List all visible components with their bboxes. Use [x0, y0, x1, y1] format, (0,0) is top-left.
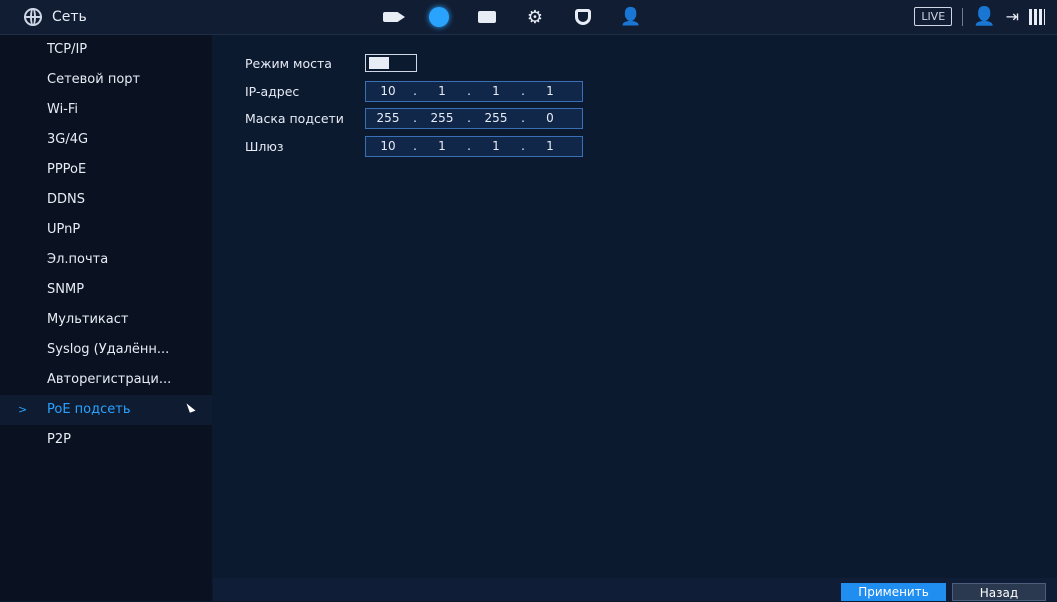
- sidebar-item-label: Авторегистраци...: [47, 372, 172, 387]
- mouse-cursor-icon: [186, 401, 196, 413]
- top-right-controls: LIVE 👤 ⇥: [914, 6, 1045, 27]
- sidebar-item-3g4g[interactable]: 3G/4G: [0, 125, 212, 155]
- ip-address-label: IP-адрес: [245, 83, 300, 99]
- title-area: Сеть: [24, 8, 87, 26]
- gateway-octet-4[interactable]: 1: [528, 139, 572, 153]
- gateway-octet-1[interactable]: 10: [366, 139, 410, 153]
- dot-separator: .: [413, 139, 417, 153]
- apply-button[interactable]: Применить: [841, 583, 946, 601]
- dot-separator: .: [413, 111, 417, 125]
- ip-address-row: IP-адрес 10 . 1 . 1 . 1: [245, 80, 583, 102]
- sidebar-item-network-port[interactable]: Сетевой порт: [0, 65, 212, 95]
- security-icon[interactable]: [572, 6, 594, 28]
- dot-separator: .: [467, 111, 471, 125]
- ip-address-field[interactable]: 10 . 1 . 1 . 1: [365, 80, 583, 102]
- user-icon[interactable]: 👤: [973, 6, 995, 27]
- bridge-mode-row: Режим моста: [245, 53, 417, 73]
- sidebar-item-label: PPPoE: [47, 162, 87, 177]
- sidebar-item-pppoe[interactable]: PPPoE: [0, 155, 212, 185]
- divider: [962, 7, 964, 26]
- mask-octet-3[interactable]: 255: [474, 111, 518, 125]
- sidebar-item-label: Syslog (Удалённ...: [47, 342, 170, 357]
- ip-octet-4[interactable]: 1: [528, 84, 572, 98]
- sidebar-item-snmp[interactable]: SNMP: [0, 275, 212, 305]
- live-button[interactable]: LIVE: [914, 7, 953, 26]
- sidebar-item-label: P2P: [47, 432, 71, 447]
- gateway-field[interactable]: 10 . 1 . 1 . 1: [365, 135, 583, 157]
- sidebar-item-label: Wi-Fi: [47, 102, 79, 117]
- main-panel: Режим моста IP-адрес 10 . 1 . 1 . 1 Маск…: [213, 35, 1057, 575]
- account-icon[interactable]: 👤: [620, 6, 642, 28]
- globe-icon: [24, 8, 42, 26]
- ip-octet-3[interactable]: 1: [474, 84, 518, 98]
- subnet-mask-label: Маска подсети: [245, 110, 344, 126]
- gateway-row: Шлюз 10 . 1 . 1 . 1: [245, 135, 583, 157]
- storage-icon[interactable]: [476, 6, 498, 28]
- sidebar-item-syslog[interactable]: Syslog (Удалённ...: [0, 335, 212, 365]
- sidebar-item-label: UPnP: [47, 222, 81, 237]
- dot-separator: .: [413, 84, 417, 98]
- bridge-mode-toggle[interactable]: [365, 54, 417, 72]
- ip-octet-1[interactable]: 10: [366, 84, 410, 98]
- page-title: Сеть: [52, 9, 87, 25]
- sidebar-item-multicast[interactable]: Мультикаст: [0, 305, 212, 335]
- dot-separator: .: [467, 139, 471, 153]
- sidebar: TCP/IP Сетевой порт Wi-Fi 3G/4G PPPoE DD…: [0, 35, 212, 601]
- chevron-right-icon: >: [18, 403, 28, 416]
- back-button[interactable]: Назад: [952, 583, 1046, 601]
- subnet-mask-field[interactable]: 255 . 255 . 255 . 0: [365, 107, 583, 129]
- sidebar-item-label: PoE подсеть: [47, 402, 131, 417]
- sidebar-item-autoregistration[interactable]: Авторегистраци...: [0, 365, 212, 395]
- dot-separator: .: [521, 139, 525, 153]
- mask-octet-1[interactable]: 255: [366, 111, 410, 125]
- toggle-knob: [369, 57, 389, 69]
- sidebar-item-p2p[interactable]: P2P: [0, 425, 212, 455]
- dot-separator: .: [521, 84, 525, 98]
- sidebar-item-label: SNMP: [47, 282, 85, 297]
- mask-octet-4[interactable]: 0: [528, 111, 572, 125]
- sidebar-item-wifi[interactable]: Wi-Fi: [0, 95, 212, 125]
- sidebar-item-ddns[interactable]: DDNS: [0, 185, 212, 215]
- gateway-label: Шлюз: [245, 138, 284, 154]
- dot-separator: .: [521, 111, 525, 125]
- sidebar-item-upnp[interactable]: UPnP: [0, 215, 212, 245]
- sidebar-item-poe-subnet[interactable]: > PoE подсеть: [0, 395, 212, 425]
- sidebar-item-label: TCP/IP: [47, 42, 88, 57]
- network-icon[interactable]: [428, 6, 450, 28]
- gateway-octet-2[interactable]: 1: [420, 139, 464, 153]
- gateway-octet-3[interactable]: 1: [474, 139, 518, 153]
- subnet-mask-row: Маска подсети 255 . 255 . 255 . 0: [245, 107, 583, 129]
- logout-icon[interactable]: ⇥: [1006, 7, 1019, 26]
- dot-separator: .: [467, 84, 471, 98]
- sidebar-item-label: Эл.почта: [47, 252, 109, 267]
- main-nav: ⚙ 👤: [380, 6, 642, 28]
- sidebar-item-tcpip[interactable]: TCP/IP: [0, 35, 212, 65]
- settings-icon[interactable]: ⚙: [524, 6, 546, 28]
- sidebar-item-label: Мультикаст: [47, 312, 129, 327]
- camera-icon[interactable]: [380, 6, 405, 28]
- qr-code-icon[interactable]: [1029, 8, 1045, 25]
- sidebar-item-label: Сетевой порт: [47, 72, 141, 87]
- sidebar-item-label: 3G/4G: [47, 132, 89, 147]
- mask-octet-2[interactable]: 255: [420, 111, 464, 125]
- bridge-mode-label: Режим моста: [245, 55, 332, 71]
- top-bar: Сеть ⚙ 👤 LIVE 👤 ⇥: [0, 0, 1057, 35]
- sidebar-item-label: DDNS: [47, 192, 85, 207]
- ip-octet-2[interactable]: 1: [420, 84, 464, 98]
- sidebar-item-email[interactable]: Эл.почта: [0, 245, 212, 275]
